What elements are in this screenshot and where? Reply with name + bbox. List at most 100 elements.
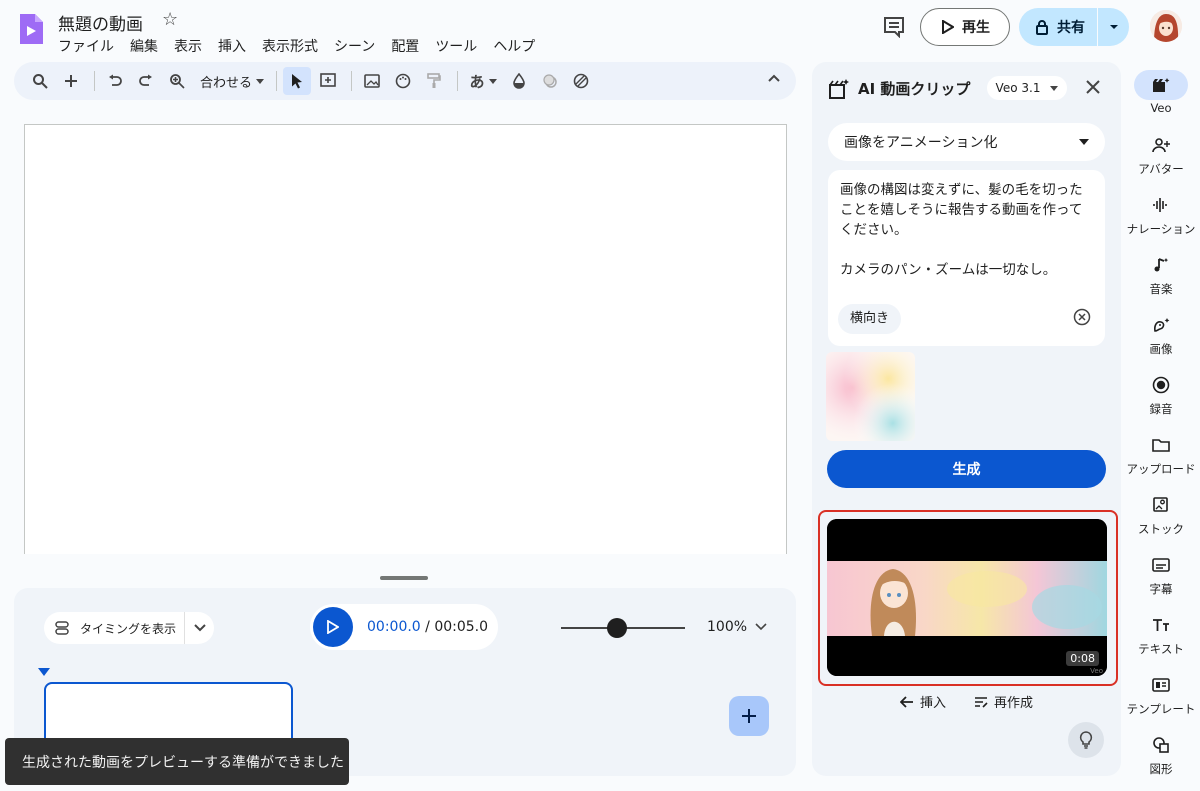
fit-select[interactable]: 合わせる [200,72,265,91]
avatar[interactable] [1150,10,1182,42]
select-tool-button[interactable] [283,67,312,95]
plus-icon [65,75,77,87]
tips-button[interactable] [1068,722,1104,758]
menu-tools[interactable]: ツール [435,36,477,56]
show-timing-button[interactable]: タイミングを表示 [44,612,214,644]
text-style-button[interactable]: あ [464,67,502,95]
resize-handle[interactable] [380,576,428,580]
undo-button[interactable] [101,67,129,95]
rail-item-avatar[interactable]: アバター [1122,130,1200,177]
rail-label-upload: アップロード [1126,462,1196,476]
play-icon [327,620,339,634]
vids-logo-icon[interactable] [18,12,44,46]
fill-color-button[interactable] [505,67,533,95]
menu-bar: ファイル 編集 表示 挿入 表示形式 シーン 配置 ツール ヘルプ [58,36,535,56]
caret-down-icon [488,78,497,84]
rail-item-music[interactable]: 音楽 [1122,250,1200,297]
fit-label: 合わせる [200,75,253,91]
rail-item-image[interactable]: 画像 [1122,310,1200,357]
menu-scene[interactable]: シーン [334,36,375,56]
palette-icon [395,73,411,89]
menu-edit[interactable]: 編集 [130,36,158,56]
mask-button[interactable] [567,67,595,95]
search-icon [33,74,48,89]
playback-time: 00:00.0 / 00:05.0 [367,619,488,635]
zoom-select[interactable]: 100% [707,619,767,635]
timeline-play-button[interactable] [313,607,353,647]
close-icon[interactable] [1085,76,1101,100]
play-button[interactable]: 再生 [920,8,1010,46]
share-button[interactable]: 共有 [1019,8,1129,46]
veo-icon [1134,70,1188,100]
rail-item-text[interactable]: テキスト [1122,610,1200,657]
theme-button[interactable] [389,67,417,95]
menu-arrange[interactable]: 配置 [391,36,419,56]
document-title[interactable]: 無題の動画 [58,10,143,35]
source-image-thumbnail[interactable] [826,352,915,441]
caret-down-icon [1079,139,1089,145]
video-duration-badge: 0:08 [1066,651,1099,666]
generate-button[interactable]: 生成 [827,450,1106,488]
rail-label-template: テンプレート [1126,702,1196,716]
text-box-icon [320,73,336,87]
paint-format-button[interactable] [420,67,448,95]
zoom-button[interactable] [163,67,191,95]
app-root: 無題の動画 ☆ ファイル 編集 表示 挿入 表示形式 シーン 配置 ツール ヘル… [0,0,1200,791]
prompt-input[interactable]: 画像の構図は変えずに、髪の毛を切ったことを嬉しそうに報告する動画を作ってください… [828,170,1105,346]
play-icon [942,20,954,34]
lightbulb-icon [1079,731,1093,749]
recreate-button[interactable]: 再作成 [974,692,1033,711]
share-main[interactable]: 共有 [1019,8,1097,46]
rail-label-shapes: 図形 [1149,762,1173,776]
rail-item-veo[interactable]: Veo [1122,70,1200,115]
toast-message: 生成された動画をプレビューする準備ができました [22,754,344,771]
opacity-button[interactable] [536,67,564,95]
rail-item-upload[interactable]: アップロード [1122,430,1200,477]
clear-circle-icon[interactable] [1073,308,1091,326]
orientation-chip[interactable]: 横向き [838,304,902,334]
rail-item-template[interactable]: テンプレート [1122,670,1200,717]
chevron-down-icon [755,623,767,631]
textbox-button[interactable] [314,67,342,95]
narration-icon [1134,190,1188,220]
watercolor-thumbnail [826,352,915,441]
rail-label-record: 録音 [1149,402,1173,416]
generated-video-preview[interactable]: 0:08 Veo [827,519,1107,676]
model-select[interactable]: Veo 3.1 [987,76,1067,100]
chevron-down-icon[interactable] [184,612,214,644]
captions-icon [1134,550,1188,580]
rail-label-music: 音楽 [1149,282,1173,296]
comment-icon[interactable] [882,16,906,38]
generate-label: 生成 [952,462,981,478]
insert-button[interactable]: 挿入 [900,692,946,711]
menu-file[interactable]: ファイル [58,36,114,56]
paint-roller-icon [427,73,441,88]
insert-image-button[interactable] [358,67,386,95]
rail-item-shapes[interactable]: 図形 [1122,730,1200,777]
redo-button[interactable] [132,67,160,95]
menu-insert[interactable]: 挿入 [218,36,246,56]
rail-item-narration[interactable]: ナレーション [1122,190,1200,237]
scene-canvas[interactable] [24,124,787,554]
rail-item-captions[interactable]: 字幕 [1122,550,1200,597]
menu-format[interactable]: 表示形式 [262,36,318,56]
rail-label-stock: ストック [1138,522,1184,536]
menu-view[interactable]: 表示 [174,36,202,56]
add-scene-button[interactable] [729,696,769,736]
rail-item-record[interactable]: 録音 [1122,370,1200,417]
menu-help[interactable]: ヘルプ [493,36,535,56]
zoom-slider-knob[interactable] [606,618,627,638]
add-button[interactable] [57,67,85,95]
droplet-icon [513,73,525,89]
arrow-left-icon [900,695,913,708]
lock-icon [1036,20,1048,35]
playhead-marker[interactable] [38,668,50,676]
collapse-toolbar-icon[interactable] [768,70,780,86]
star-icon[interactable]: ☆ [162,9,178,30]
rail-item-stock[interactable]: ストック [1122,490,1200,537]
mode-select[interactable]: 画像をアニメーション化 [828,123,1105,161]
search-tool-button[interactable] [26,67,54,95]
share-dropdown[interactable] [1098,24,1129,30]
orientation-label: 横向き [850,311,890,326]
folder-icon [1134,430,1188,460]
